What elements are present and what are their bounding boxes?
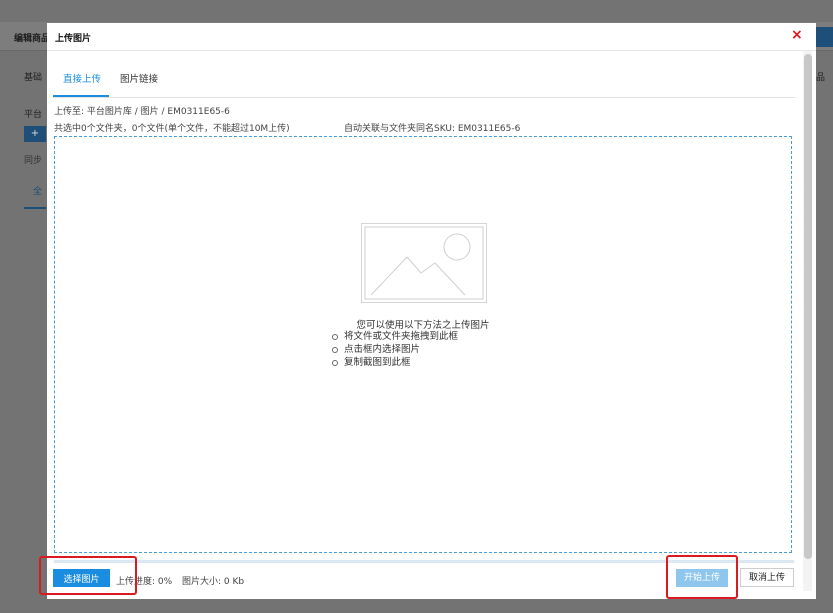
upload-methods-list: 将文件或文件夹拖拽到此框 点击框内选择图片 复制截图到此框 [330, 330, 458, 369]
background-right-text: 品 [816, 73, 826, 83]
select-button-highlight [39, 556, 137, 595]
dropzone-instructions-title: 您可以使用以下方法之上传图片 [356, 320, 490, 331]
dialog-title: 上传图片 [55, 34, 92, 44]
background-subtab: 全 [33, 187, 43, 197]
background-label: 平台 [24, 110, 43, 120]
dialog-header: 上传图片 × [47, 23, 816, 51]
start-button-highlight [666, 555, 738, 599]
cancel-upload-button[interactable]: 取消上传 [740, 568, 794, 587]
tab-direct-upload[interactable]: 直接上传 [63, 71, 101, 85]
list-item: 复制截图到此框 [330, 356, 458, 369]
background-tab-underline [24, 207, 46, 209]
scrollbar-thumb[interactable] [804, 54, 812, 559]
background-page-title: 编辑商品 [14, 34, 51, 44]
upload-dropzone[interactable]: 您可以使用以下方法之上传图片 将文件或文件夹拖拽到此框 点击框内选择图片 复制截… [54, 136, 792, 553]
tab-image-link[interactable]: 图片链接 [120, 71, 158, 85]
background-add-button: + [24, 126, 46, 142]
image-size: 图片大小: 0 Kb [182, 577, 245, 587]
background-tab: 基础 [24, 73, 43, 83]
background-text: 同步 [24, 156, 43, 166]
sku-info: 自动关联与文件夹同名SKU: EM0311E65-6 [344, 124, 521, 134]
upload-image-dialog: 上传图片 × 直接上传 图片链接 上传至: 平台图片库 / 图片 / EM031… [47, 23, 816, 599]
list-item: 将文件或文件夹拖拽到此框 [330, 330, 458, 343]
active-tab-indicator [53, 95, 109, 97]
close-icon[interactable]: × [791, 27, 803, 43]
image-placeholder-icon [361, 223, 487, 303]
upload-tabs: 直接上传 图片链接 [53, 67, 795, 98]
list-item: 点击框内选择图片 [330, 343, 458, 356]
selection-info: 共选中0个文件夹，0个文件(单个文件，不能超过10M上传) [54, 124, 290, 134]
upload-destination: 上传至: 平台图片库 / 图片 / EM0311E65-6 [54, 107, 230, 117]
